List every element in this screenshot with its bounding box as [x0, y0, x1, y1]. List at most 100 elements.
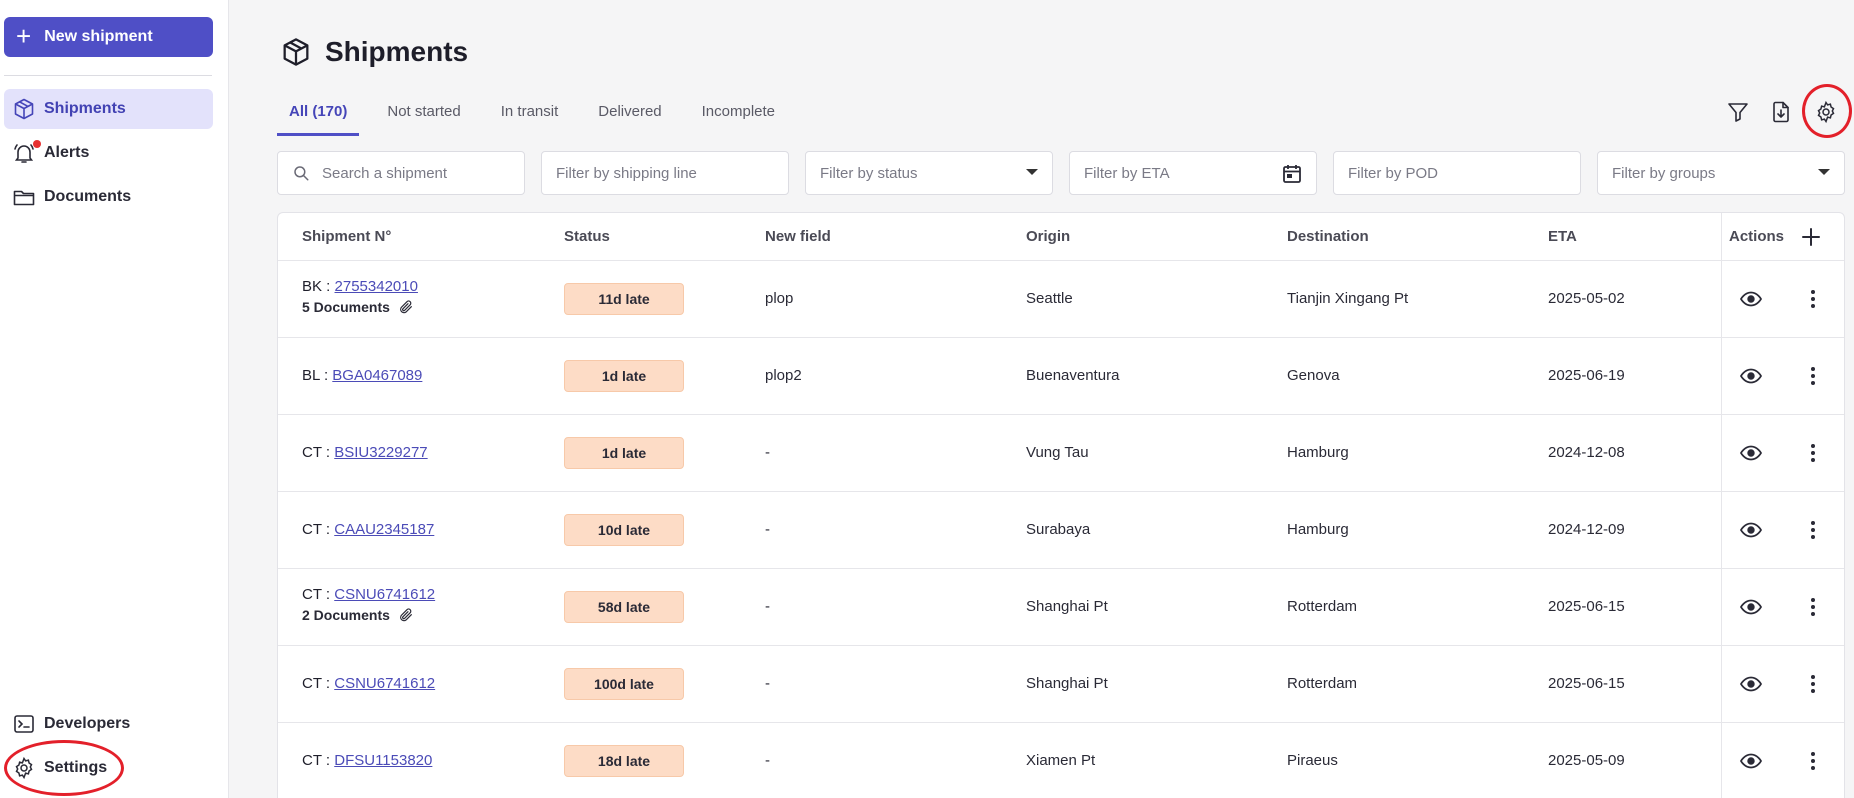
more-options-icon[interactable] — [1801, 518, 1825, 542]
view-eye-icon[interactable] — [1739, 287, 1763, 311]
pod-placeholder: Filter by POD — [1348, 164, 1439, 182]
destination-cell: Tianjin Xingang Pt — [1287, 290, 1409, 307]
origin-cell: Xiamen Pt — [1026, 752, 1096, 769]
calendar-icon[interactable] — [1280, 162, 1304, 186]
tab-all[interactable]: All (170) — [277, 96, 360, 136]
folder-icon — [13, 190, 35, 206]
tab-not-started[interactable]: Not started — [375, 96, 472, 136]
new-field-cell: plop2 — [765, 367, 802, 384]
status-badge: 1d late — [564, 437, 684, 469]
groups-filter[interactable]: Filter by groups — [1597, 151, 1845, 195]
view-eye-icon[interactable] — [1739, 518, 1763, 542]
shipping-line-filter[interactable]: Filter by shipping line — [541, 151, 789, 195]
page-header: Shipments — [280, 36, 468, 68]
shipment-cell: CT : BSIU3229277 — [302, 444, 428, 461]
terminal-icon — [14, 715, 34, 733]
eta-cell: 2025-06-15 — [1548, 675, 1625, 692]
table-row: CT : BSIU3229277 1d late - Vung Tau Hamburg 2… — [278, 415, 1844, 492]
add-column-icon[interactable] — [1799, 225, 1823, 249]
shipment-cell: BK : 2755342010 5 Documents — [302, 278, 418, 315]
column-header-eta[interactable]: ETA — [1548, 228, 1577, 245]
new-field-cell: - — [765, 444, 770, 461]
new-shipment-label: New shipment — [44, 28, 153, 45]
table-row: CT : DFSU1153820 18d late - Xiamen Pt Piraeu… — [278, 723, 1844, 798]
destination-cell: Rotterdam — [1287, 675, 1358, 692]
shipment-cell: CT : DFSU1153820 — [302, 752, 432, 769]
new-field-cell: - — [765, 752, 770, 769]
column-header-origin[interactable]: Origin — [1026, 228, 1070, 245]
plus-icon: + — [16, 21, 32, 51]
status-badge: 100d late — [564, 668, 684, 700]
pod-filter[interactable]: Filter by POD — [1333, 151, 1581, 195]
destination-cell: Genova — [1287, 367, 1340, 384]
sidebar-divider — [4, 75, 212, 76]
export-icon[interactable] — [1767, 98, 1795, 126]
status-filter[interactable]: Filter by status — [805, 151, 1053, 195]
more-options-icon[interactable] — [1801, 287, 1825, 311]
documents-count[interactable]: 2 Documents — [302, 607, 435, 623]
filter-icon[interactable] — [1724, 98, 1752, 126]
table-row: CT : CSNU6741612 100d late - Shanghai Pt Rot… — [278, 646, 1844, 723]
sidebar-item-alerts[interactable]: Alerts — [4, 133, 213, 173]
shipment-id-line: CT : DFSU1153820 — [302, 752, 432, 769]
column-header-destination[interactable]: Destination — [1287, 228, 1369, 245]
table-row: BK : 2755342010 5 Documents 11d late plop Se… — [278, 261, 1844, 338]
origin-cell: Buenaventura — [1026, 367, 1120, 384]
shipment-cell: BL : BGA0467089 — [302, 367, 422, 384]
tab-incomplete[interactable]: Incomplete — [690, 96, 787, 136]
page-title: Shipments — [325, 36, 469, 67]
shipment-number-link[interactable]: BGA0467089 — [332, 367, 422, 384]
sidebar-item-settings[interactable]: Settings — [4, 748, 213, 788]
new-shipment-button[interactable]: + New shipment — [4, 17, 213, 57]
sidebar-item-developers[interactable]: Developers — [4, 704, 213, 744]
shipment-id-line: CT : CSNU6741612 — [302, 586, 435, 603]
sidebar-item-label: Developers — [44, 715, 131, 732]
shipment-number-link[interactable]: DFSU1153820 — [334, 752, 432, 769]
new-field-cell: - — [765, 598, 770, 615]
sidebar-item-documents[interactable]: Documents — [4, 177, 213, 217]
more-options-icon[interactable] — [1801, 364, 1825, 388]
groups-placeholder: Filter by groups — [1612, 164, 1716, 182]
new-field-cell: - — [765, 521, 770, 538]
eta-filter[interactable]: Filter by ETA — [1069, 151, 1317, 195]
more-options-icon[interactable] — [1801, 749, 1825, 773]
documents-count[interactable]: 5 Documents — [302, 299, 418, 315]
settings-icon[interactable] — [1812, 98, 1840, 126]
shipment-cell: CT : CAAU2345187 — [302, 521, 434, 538]
tab-in-transit[interactable]: In transit — [489, 96, 571, 136]
shipment-type-prefix: CT : — [302, 752, 335, 769]
shipment-number-link[interactable]: CSNU6741612 — [334, 675, 435, 692]
column-header-new-field[interactable]: New field — [765, 228, 831, 245]
origin-cell: Surabaya — [1026, 521, 1091, 538]
destination-cell: Hamburg — [1287, 521, 1349, 538]
shipment-type-prefix: BK : — [302, 278, 335, 295]
more-options-icon[interactable] — [1801, 441, 1825, 465]
gear-icon — [15, 756, 33, 780]
eta-cell: 2025-06-19 — [1548, 367, 1625, 384]
eta-placeholder: Filter by ETA — [1084, 164, 1170, 182]
table-header: Shipment N° Status New field Origin Dest… — [278, 213, 1844, 261]
view-eye-icon[interactable] — [1739, 595, 1763, 619]
view-eye-icon[interactable] — [1739, 364, 1763, 388]
caret-down-icon — [1818, 169, 1830, 175]
tab-delivered[interactable]: Delivered — [586, 96, 673, 136]
search-input[interactable]: Search a shipment — [277, 151, 525, 195]
origin-cell: Seattle — [1026, 290, 1073, 307]
caret-down-icon — [1026, 169, 1038, 175]
view-eye-icon[interactable] — [1739, 749, 1763, 773]
shipment-number-link[interactable]: CSNU6741612 — [334, 586, 435, 603]
shipment-number-link[interactable]: BSIU3229277 — [334, 444, 427, 461]
view-eye-icon[interactable] — [1739, 672, 1763, 696]
shipment-type-prefix: CT : — [302, 521, 335, 538]
column-header-shipment[interactable]: Shipment N° — [302, 228, 391, 245]
shipment-number-link[interactable]: CAAU2345187 — [334, 521, 434, 538]
shipment-number-link[interactable]: 2755342010 — [335, 278, 418, 295]
status-badge: 11d late — [564, 283, 684, 315]
column-header-status[interactable]: Status — [564, 228, 610, 245]
origin-cell: Shanghai Pt — [1026, 675, 1108, 692]
more-options-icon[interactable] — [1801, 595, 1825, 619]
more-options-icon[interactable] — [1801, 672, 1825, 696]
table-row: CT : CAAU2345187 10d late - Surabaya Hamburg… — [278, 492, 1844, 569]
view-eye-icon[interactable] — [1739, 441, 1763, 465]
sidebar-item-shipments[interactable]: Shipments — [4, 89, 213, 129]
